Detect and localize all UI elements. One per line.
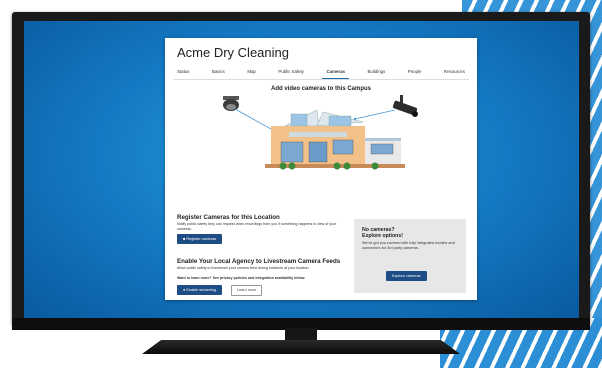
enable-streaming-button[interactable]: ● Enable streaming (177, 285, 222, 295)
register-title: Register Cameras for this Location (177, 214, 280, 221)
app-window: Acme Dry Cleaning Status Basics Map Publ… (165, 38, 477, 300)
tab-people[interactable]: People (404, 67, 426, 79)
page-title: Acme Dry Cleaning (177, 45, 289, 60)
dome-camera-icon (223, 96, 239, 111)
learn-more-button[interactable]: Learn more (231, 285, 263, 296)
tab-cameras[interactable]: Cameras (322, 67, 350, 79)
learn-more-text: Want to learn more? See privacy policies… (177, 276, 306, 280)
tv-stand-base (142, 340, 460, 354)
tab-public-safety[interactable]: Public Safety (274, 67, 308, 79)
campus-illustration (223, 95, 418, 170)
bullet-camera-icon (392, 95, 418, 117)
tab-bar: Status Basics Map Public Safety Cameras … (173, 67, 469, 80)
tab-map[interactable]: Map (243, 67, 260, 79)
tv-stand-neck (285, 328, 317, 342)
tab-buildings[interactable]: Buildings (363, 67, 389, 79)
tab-resources[interactable]: Resources (440, 67, 469, 79)
no-cameras-description: We've got you covered with fully integra… (362, 241, 455, 250)
register-description: Notify public safety they can request vi… (177, 222, 337, 231)
tv-screen: Acme Dry Cleaning Status Basics Map Publ… (24, 21, 579, 318)
livestream-description: Allow public safety to livestream your c… (177, 266, 310, 270)
tab-basics[interactable]: Basics (208, 67, 229, 79)
no-cameras-title: No cameras? Explore options! (362, 227, 403, 239)
livestream-title: Enable Your Local Agency to Livestream C… (177, 258, 341, 265)
building-icon (265, 109, 405, 170)
explore-cameras-button[interactable]: Explore cameras (386, 271, 427, 281)
register-cameras-button[interactable]: ■ Register cameras (177, 234, 223, 244)
tab-status[interactable]: Status (173, 67, 193, 79)
no-cameras-panel: No cameras? Explore options! We've got y… (354, 219, 466, 293)
